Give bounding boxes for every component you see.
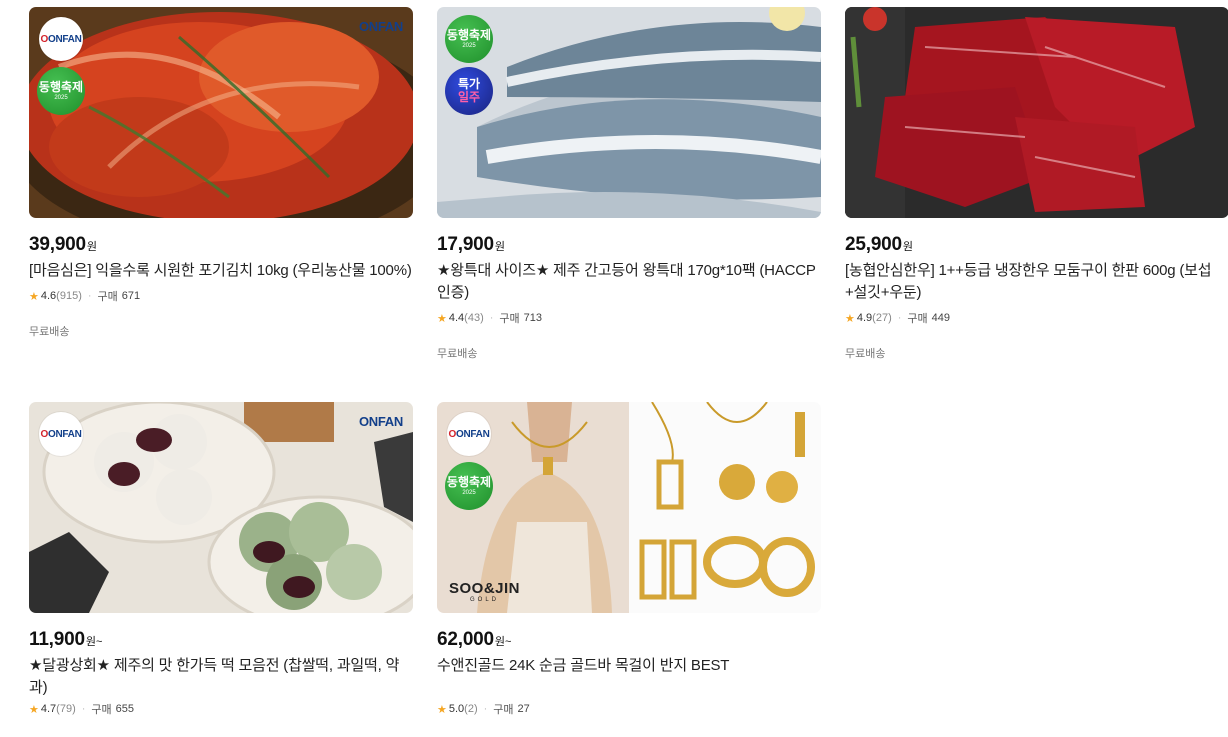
separator-dot: · [489, 312, 494, 324]
price: 17,900 [437, 234, 494, 255]
review-count: (79) [56, 703, 76, 715]
separator-dot: · [81, 703, 86, 715]
product-meta: ★ 4.9 (27) · 구매 449 [845, 310, 1228, 326]
purchase-label: 구매 [907, 313, 928, 325]
product-image-hanwoo[interactable] [845, 7, 1228, 218]
purchase-label: 구매 [91, 704, 112, 716]
free-shipping-label: 무료배송 [29, 326, 70, 338]
price-unit: 원 [902, 241, 914, 253]
rating: 4.7 [40, 703, 57, 715]
product-title[interactable]: ★달광상회★ 제주의 맛 한가득 떡 모음전 (찹쌀떡, 과일떡, 약과) [29, 655, 413, 699]
product-card-kimchi[interactable]: O ONFAN ONFAN 동행축제 2025 39,900 원 [마음심은] 익을… [29, 7, 413, 339]
price-row: 62,000 원~ [437, 629, 821, 651]
purchase-count: 655 [115, 703, 135, 715]
separator-dot: · [897, 312, 902, 324]
rating: 5.0 [448, 703, 465, 715]
product-card-mackerel[interactable]: 동행축제 2025 특가 일주 17,900 원 ★왕특대 사이즈★ 제주 간고등어… [437, 7, 821, 361]
price-unit: 원~ [494, 636, 512, 648]
price-row: 17,900 원 [437, 234, 821, 256]
separator-dot: · [87, 290, 92, 302]
star-icon: ★ [29, 703, 39, 716]
dong-festival-badge: 동행축제 2025 [37, 67, 85, 115]
purchase-label: 구매 [97, 291, 118, 303]
product-title[interactable]: ★왕특대 사이즈★ 제주 간고등어 왕특대 170g*10팩 (HACCP 인증… [437, 260, 821, 304]
dong-festival-badge: 동행축제 2025 [445, 15, 493, 63]
price: 39,900 [29, 234, 86, 255]
free-shipping-label: 무료배송 [845, 348, 886, 360]
product-meta: ★ 5.0 (2) · 구매 27 [437, 701, 821, 717]
purchase-label: 구매 [493, 704, 514, 716]
product-meta: ★ 4.7 (79) · 구매 655 [29, 701, 413, 717]
separator-dot: · [483, 703, 488, 715]
product-image-kimchi[interactable]: O ONFAN ONFAN 동행축제 2025 [29, 7, 413, 218]
star-icon: ★ [29, 290, 39, 303]
onfan-watermark: ONFAN [358, 19, 403, 34]
purchase-count: 27 [517, 703, 530, 715]
price: 11,900 [29, 629, 85, 650]
price-unit: 원 [86, 241, 98, 253]
mackerel-photo [437, 7, 821, 218]
price-row: 39,900 원 [29, 234, 413, 256]
price-unit: 원~ [85, 636, 103, 648]
product-title[interactable]: [마음심은] 익을수록 시원한 포기김치 10kg (우리농산물 100%) [29, 260, 413, 282]
star-icon: ★ [845, 312, 855, 325]
purchase-label: 구매 [499, 313, 520, 325]
review-count: (915) [56, 290, 82, 302]
kimchi-photo [29, 7, 413, 218]
rating: 4.4 [448, 312, 465, 324]
rating: 4.9 [856, 312, 873, 324]
product-card-hanwoo[interactable]: 25,900 원 [농협안심한우] 1++등급 냉장한우 모둠구이 한판 600… [845, 7, 1228, 361]
price: 25,900 [845, 234, 902, 255]
product-card-ricecake[interactable]: O ONFAN ONFAN 11,900 원~ ★달광상회★ 제주의 맛 한가득 … [29, 402, 413, 717]
star-icon: ★ [437, 703, 447, 716]
price-row: 25,900 원 [845, 234, 1228, 256]
review-count: (2) [464, 703, 478, 715]
product-title[interactable]: [농협안심한우] 1++등급 냉장한우 모둠구이 한판 600g (보섭+설깃+… [845, 260, 1228, 304]
ricecake-photo [29, 402, 413, 613]
product-image-ricecake[interactable]: O ONFAN ONFAN [29, 402, 413, 613]
purchase-count: 449 [931, 312, 951, 324]
brand-logo: SOO&JIN GOLD [449, 580, 521, 603]
star-icon: ★ [437, 312, 447, 325]
onfan-watermark: ONFAN [358, 414, 403, 429]
product-card-gold[interactable]: O ONFAN 동행축제 2025 SOO&JIN GOLD 62,000 원~ 수앤… [437, 402, 821, 717]
product-title[interactable]: 수앤진골드 24K 순금 골드바 목걸이 반지 BEST [437, 655, 821, 677]
dong-festival-badge: 동행축제 2025 [445, 462, 493, 510]
special-deal-badge: 특가 일주 [445, 67, 493, 115]
review-count: (43) [464, 312, 484, 324]
rating: 4.6 [40, 290, 57, 302]
onfan-badge: O ONFAN [447, 412, 491, 456]
beef-photo [845, 7, 1228, 218]
price: 62,000 [437, 629, 494, 650]
product-image-mackerel[interactable]: 동행축제 2025 특가 일주 [437, 7, 821, 218]
product-meta: ★ 4.4 (43) · 구매 713 [437, 310, 821, 326]
price-row: 11,900 원~ [29, 629, 413, 651]
review-count: (27) [872, 312, 892, 324]
onfan-badge: O ONFAN [39, 17, 83, 61]
product-image-gold[interactable]: O ONFAN 동행축제 2025 SOO&JIN GOLD [437, 402, 821, 613]
product-meta: ★ 4.6 (915) · 구매 671 [29, 288, 413, 304]
purchase-count: 713 [523, 312, 543, 324]
purchase-count: 671 [121, 290, 141, 302]
price-unit: 원 [494, 241, 506, 253]
onfan-badge: O ONFAN [39, 412, 83, 456]
free-shipping-label: 무료배송 [437, 348, 478, 360]
